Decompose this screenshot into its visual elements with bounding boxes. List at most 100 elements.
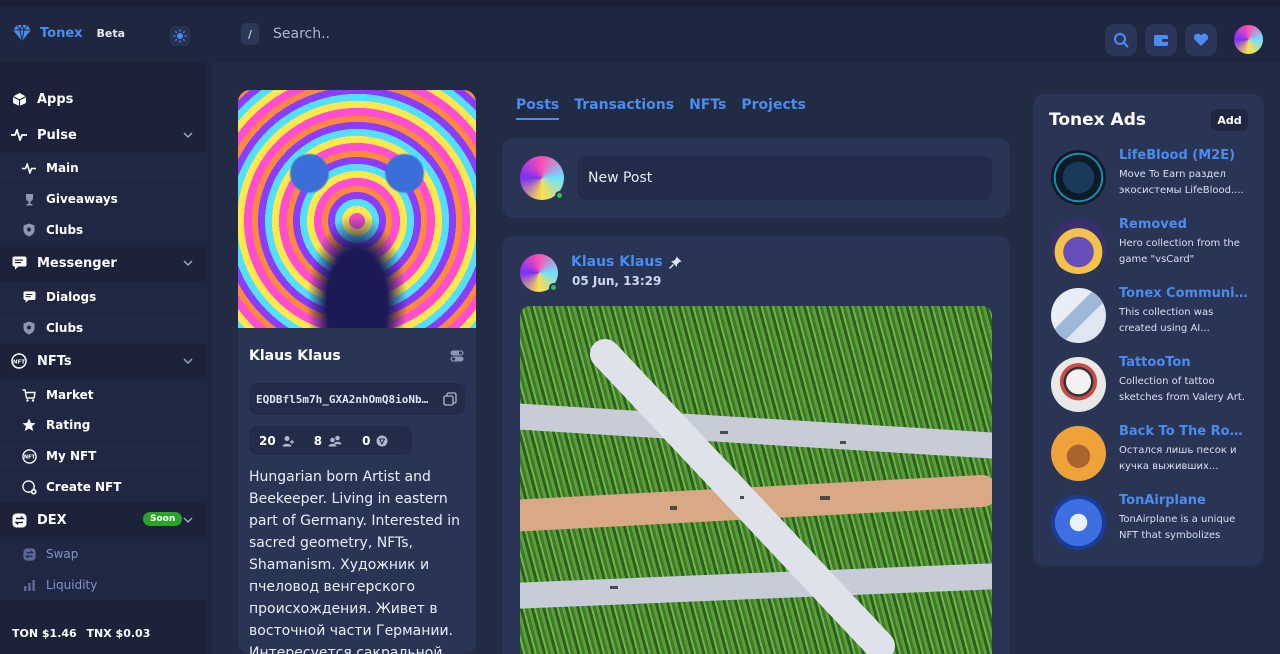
chevron-down-icon [183,358,193,365]
ad-item[interactable]: Removed Hero collection from the game "v… [1051,217,1256,277]
tab-posts[interactable]: Posts [516,97,560,120]
cube-icon [11,91,27,107]
tokens-stat[interactable]: 0 [362,434,388,448]
sidebar-item-label: Giveaways [46,192,118,206]
sidebar-item-rating[interactable]: Rating [0,410,206,440]
ads-panel: Tonex Ads Add LifeBlood (M2E) Move To Ea… [1033,94,1264,566]
wallet-address[interactable]: EQDBfl5m7h_GXA2nhOmQ8ioNb1Bx [249,383,465,415]
followers-stat[interactable]: 8 [314,434,342,448]
users-icon [328,435,342,446]
following-count: 20 [259,433,276,448]
settings-toggle-icon[interactable] [450,350,464,362]
sidebar-item-giveaways[interactable]: Giveaways [0,184,206,214]
sidebar-item-my-nft[interactable]: NFT My NFT [0,441,206,471]
swap-icon [11,512,27,528]
ad-image [1051,150,1106,205]
user-avatar[interactable] [1232,23,1265,56]
ad-item[interactable]: Tonex Community This collection was crea… [1051,286,1256,346]
create-nft-icon [21,479,37,495]
ad-item[interactable]: TonAirplane TonAirplane is a unique NFT … [1051,493,1256,553]
ad-image [1051,426,1106,481]
post-author[interactable]: Klaus Klaus [571,254,682,270]
online-indicator [549,283,558,292]
ad-title: Removed [1119,217,1187,232]
following-stat[interactable]: 20 [259,434,294,448]
post-author-name: Klaus Klaus [571,254,663,270]
ad-title: TonAirplane [1119,493,1206,508]
price-ticker: TON $1.46 TNX $0.03 [12,627,156,640]
chat-icon [11,255,27,271]
ad-description: Остался лишь песок и кучка выживших... [1119,445,1237,472]
sidebar-item-nfts[interactable]: NFT NFTs [0,343,206,379]
ad-title: TattooTon [1119,355,1191,370]
brand-name: Tonex [40,25,83,41]
ton-price: TON $1.46 [12,627,77,640]
star-icon [21,417,37,433]
ad-image [1051,288,1106,343]
ad-item[interactable]: Back To The Roots Остался лишь песок и к… [1051,424,1256,484]
beta-badge: Beta [96,26,126,40]
post-date: 05 Jun, 13:29 [572,274,662,288]
sidebar-item-label: Rating [46,418,91,432]
sidebar-item-label: Dialogs [46,290,97,304]
search-icon [1114,33,1129,48]
ad-item[interactable]: LifeBlood (M2E) Move To Earn раздел экос… [1051,148,1256,208]
shield-icon [21,320,37,336]
new-post-input[interactable]: New Post [577,156,992,200]
profile-tabs: Posts Transactions NFTs Projects [516,97,806,120]
sidebar-item-pulse-clubs[interactable]: Clubs [0,215,206,245]
sidebar-item-market[interactable]: Market [0,380,206,410]
pin-icon [668,256,682,269]
sidebar-item-liquidity[interactable]: Liquidity [0,570,206,600]
tab-nfts[interactable]: NFTs [689,97,726,120]
sidebar-item-label: NFTs [37,353,72,369]
wallet-button[interactable] [1145,24,1177,56]
sidebar-item-main[interactable]: Main [0,153,206,183]
sidebar-item-apps[interactable]: Apps [0,81,206,117]
trophy-icon [21,191,37,207]
diamond-icon [13,24,31,42]
sidebar-item-dialogs[interactable]: Dialogs [0,282,206,312]
online-indicator [555,191,564,200]
sidebar-item-create-nft[interactable]: Create NFT [0,472,206,502]
ads-title: Tonex Ads [1049,110,1146,130]
avatar[interactable] [520,254,558,292]
sidebar-item-messenger[interactable]: Messenger [0,245,206,281]
sidebar-item-dex[interactable]: DEX Soon [0,502,206,538]
theme-toggle-button[interactable] [170,26,190,46]
tnx-price: TNX $0.03 [86,627,151,640]
ad-image [1051,219,1106,274]
ad-description: Collection of tattoo sketches from Valer… [1119,376,1245,403]
followers-count: 8 [313,433,323,448]
cart-icon [21,387,37,403]
sidebar-item-pulse[interactable]: Pulse [0,117,206,153]
search-button[interactable] [1105,24,1137,56]
add-ad-button[interactable]: Add [1211,109,1248,131]
favorites-button[interactable] [1185,24,1217,56]
profile-bio: Hungarian born Artist and Beekeeper. Liv… [249,469,461,654]
top-bar: Tonex Beta / [0,6,1280,62]
shield-icon [21,222,37,238]
sidebar-item-label: Pulse [37,127,77,143]
search-input[interactable] [273,26,573,42]
tab-projects[interactable]: Projects [741,97,805,120]
new-post-card: New Post [502,138,1010,218]
post-image[interactable] [520,306,992,654]
copy-icon[interactable] [443,392,457,406]
tokens-count: 0 [362,433,371,448]
sidebar-item-label: DEX [37,512,67,528]
logo[interactable]: Tonex Beta [12,24,125,42]
sidebar-item-label: Create NFT [46,480,122,494]
tab-transactions[interactable]: Transactions [574,97,674,120]
profile-card: Klaus Klaus EQDBfl5m7h_GXA2nhOmQ8ioNb1Bx… [238,90,476,654]
sidebar-divider [206,62,212,654]
sun-icon [173,29,187,43]
soon-badge: Soon [143,512,183,526]
ad-image [1051,357,1106,412]
ad-item[interactable]: TattooTon Collection of tattoo sketches … [1051,355,1256,415]
profile-image [238,90,476,328]
ad-description: Move To Earn раздел экосистемы LifeBlood… [1119,169,1244,196]
sidebar-item-messenger-clubs[interactable]: Clubs [0,313,206,343]
sidebar-item-swap[interactable]: Swap [0,539,206,569]
wallet-address-text: EQDBfl5m7h_GXA2nhOmQ8ioNb1Bx [256,392,434,406]
